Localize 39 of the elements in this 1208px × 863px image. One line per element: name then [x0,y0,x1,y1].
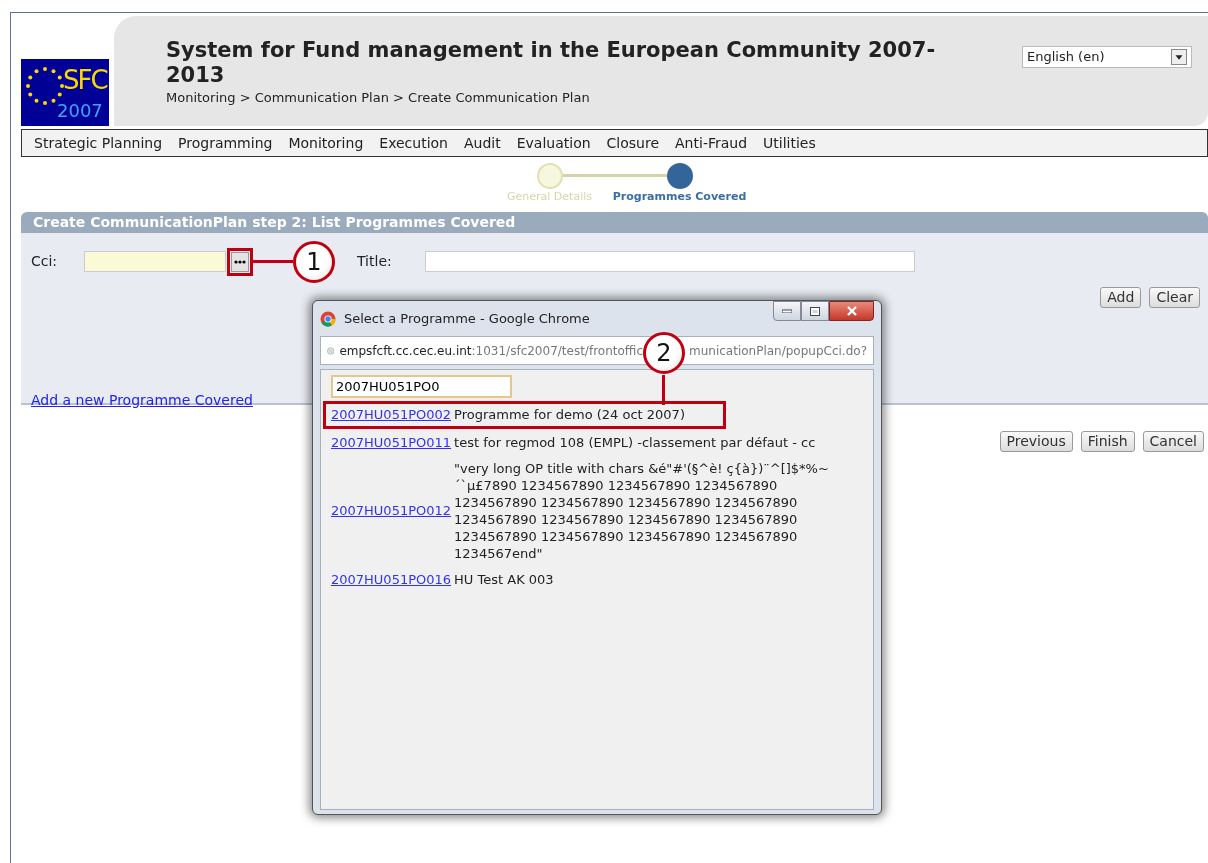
menu-item[interactable]: Anti-Fraud [667,132,756,154]
programme-title: test for regmod 108 (EMPL) -classement par défaut - cc [454,433,817,451]
step-label: General Details [507,189,592,205]
wizard-button[interactable]: Cancel [1142,430,1204,452]
programme-link[interactable]: 2007HU051PO002 [331,405,452,425]
menu-item[interactable]: Execution [371,132,456,154]
programme-link[interactable]: 2007HU051PO016 [331,570,452,590]
wizard-button[interactable]: Finish [1080,430,1135,452]
menu-item[interactable]: Utilities [755,132,824,154]
window-title: Select a Programme - Google Chrome [344,309,590,328]
form-button[interactable]: Clear [1149,286,1200,308]
programme-title: HU Test AK 003 [454,571,555,589]
logo-year: 2007 [57,101,103,121]
callout-marker: 1 [293,240,335,283]
add-programme-link[interactable]: Add a new Programme Covered [31,391,253,408]
logo-text: SFC [63,65,107,95]
menu-item[interactable]: Programming [170,132,281,154]
menu-item[interactable]: Audit [456,132,509,154]
step-label: Programmes Covered [612,189,747,205]
programme-title: "very long OP title with chars &é"#'(§^è! ç{à})¨^[]$*%~´`µ£7890 1234567890 1234567890 1234567890 1234567890 1234567890 1234567890 1234567890 1234567890 1234567890 1234567890 1234567890 1234567890 1234567890 1234567890 1234567890 1234567end" [454,460,830,562]
programme-title: Programme for demo (24 oct 2007) [454,406,686,424]
programme-link[interactable]: 2007HU051PO012 [331,501,452,521]
page-title: System for Fund management in the European Community 2007-2013 [166,38,937,88]
programme-link[interactable]: 2007HU051PO011 [331,432,452,452]
menu-item[interactable]: Evaluation [508,132,599,154]
menu-item[interactable]: Monitoring [280,132,372,154]
menu-item[interactable]: Strategic Planning [26,132,171,154]
url-path: municationPlan/popupCci.do? [689,342,867,360]
url-host: empsfcft.cc.cec.eu.int [339,342,472,360]
field-label: Cci: [31,252,59,271]
form-button[interactable]: Add [1100,286,1142,308]
field-label: Title: [357,252,393,271]
language-select[interactable]: English (en) [1022,46,1192,68]
url-path: :1031/sfc2007/test/frontoffic [471,342,643,360]
search-field[interactable]: 2007HU051PO0 [331,375,512,398]
menu-item[interactable]: Closure [598,132,668,154]
breadcrumb: Monitoring > Communication Plan > Create Communication Plan [166,89,591,107]
wizard-button[interactable]: Previous [999,430,1073,452]
section-header: Create CommunicationPlan step 2: List Programmes Covered [21,211,1208,233]
